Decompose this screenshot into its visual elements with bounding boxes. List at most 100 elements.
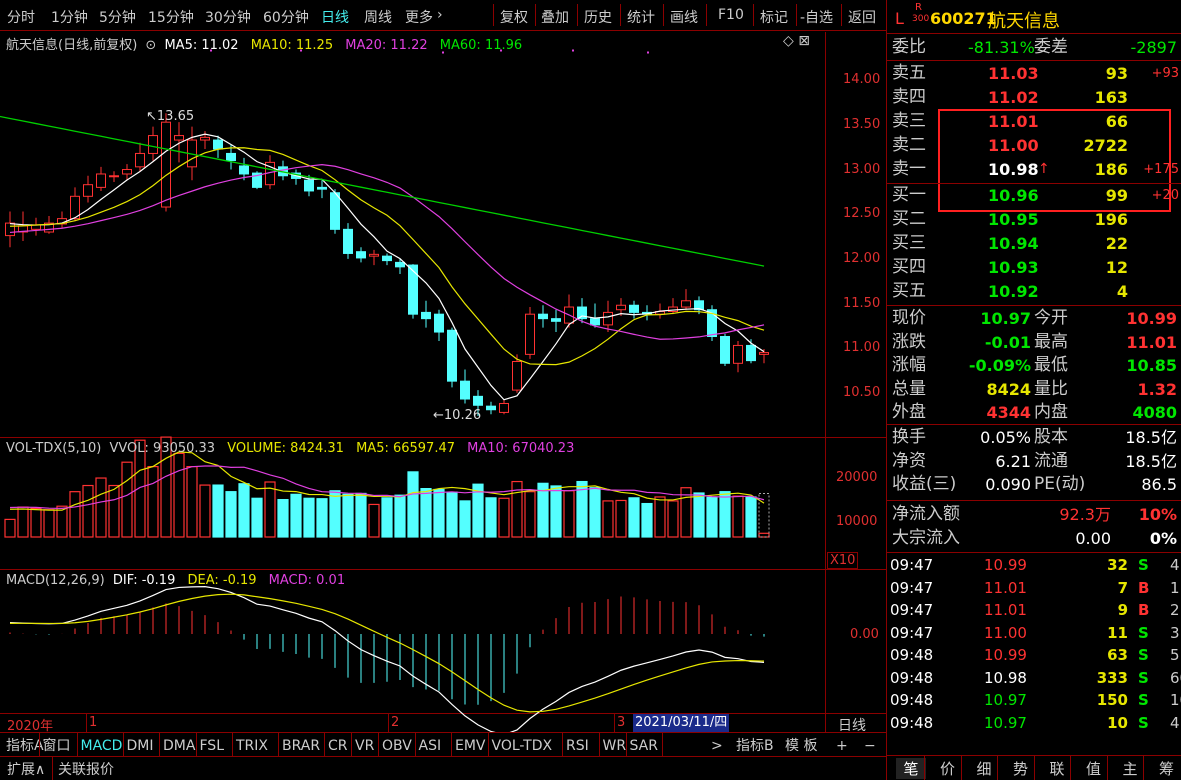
quote-tab[interactable]: 势	[1006, 758, 1036, 779]
vol-ma10-value: MA10: 67040.23	[467, 441, 575, 456]
zoom-out-button[interactable]: −	[864, 736, 876, 756]
candle-body	[499, 402, 509, 413]
expand-button[interactable]: 扩展∧	[7, 759, 45, 779]
quote-tab[interactable]: 主	[1115, 758, 1145, 779]
tick-row: 09:48 10.97 150 S 10	[888, 689, 1181, 712]
bid-level-label: 买五	[892, 281, 926, 301]
more-chevron-icon[interactable]: ›	[437, 7, 443, 23]
bid-level-row: 买三 10.94 22	[888, 232, 1181, 256]
indicator-tab-dmi[interactable]: DMI	[127, 736, 154, 756]
indicator-tab-obv[interactable]: OBV	[382, 736, 412, 756]
period-tab-fenshi[interactable]: 分时	[7, 7, 35, 27]
indicator-tab-macd[interactable]: MACD	[81, 736, 123, 756]
indicator-tab-brar[interactable]: BRAR	[282, 736, 320, 756]
volume-bar	[186, 466, 198, 538]
period-tab-60min[interactable]: 60分钟	[263, 7, 309, 27]
period-tab-daily[interactable]: 日线	[321, 7, 349, 27]
indicator-tab-rsi[interactable]: RSI	[566, 736, 589, 756]
candle-body	[161, 121, 171, 208]
volume-bar	[368, 503, 380, 538]
event-marker	[647, 51, 649, 54]
volume-bar	[732, 495, 744, 538]
history-button[interactable]: 历史	[584, 7, 612, 27]
ask-volume: 186	[1094, 160, 1128, 179]
volume-bar	[433, 488, 445, 538]
f10-button[interactable]: F10	[718, 7, 744, 23]
volume-bar	[316, 498, 328, 538]
template-button[interactable]: 模 板	[785, 736, 817, 756]
candlestick-chart	[0, 49, 769, 416]
draw-line-button[interactable]: 画线	[670, 7, 698, 27]
statistics-button[interactable]: 统计	[627, 7, 655, 27]
macd-value: MACD: 0.01	[268, 573, 346, 588]
volume-bar	[264, 481, 276, 538]
stat-row: 现价 10.97 今开 10.99	[888, 307, 1181, 331]
volume-bar	[381, 497, 393, 538]
remove-favorite-button[interactable]: -自选	[800, 7, 833, 27]
tick-count: 3	[1170, 623, 1180, 642]
indicator-tab-voltdx[interactable]: VOL-TDX	[492, 736, 553, 756]
tick-count: 1	[1170, 578, 1180, 597]
period-tab-1min[interactable]: 1分钟	[51, 7, 88, 27]
volume-bar	[30, 507, 42, 538]
period-tab-5min[interactable]: 5分钟	[99, 7, 136, 27]
quote-tab[interactable]: 笔	[896, 758, 926, 779]
vol-tick: 10000	[836, 514, 878, 529]
capital-flow-percent: 0%	[1149, 529, 1177, 548]
related-quote-button[interactable]: 关联报价	[58, 759, 114, 779]
candle-body	[733, 344, 743, 364]
tick-row: 09:48 10.97 10 S 4	[888, 712, 1181, 735]
mark-button[interactable]: 标记	[760, 7, 788, 27]
indicator-tab-cr[interactable]: CR	[328, 736, 348, 756]
tick-volume: 333	[1096, 668, 1128, 687]
indicator-b-button[interactable]: 指标B	[736, 736, 774, 756]
bid-price: 10.96	[988, 186, 1039, 205]
ask-level-row: 卖二 11.00 2722	[888, 134, 1181, 158]
volume-bar	[498, 497, 510, 538]
ask-level-label: 卖三	[892, 111, 926, 131]
indicator-tab-trix[interactable]: TRIX	[236, 736, 268, 756]
fundamental-value: 18.5亿	[1125, 451, 1177, 471]
zoom-in-button[interactable]: +	[836, 736, 848, 756]
tab-scroll-right-icon[interactable]: >	[711, 736, 723, 756]
tick-row: 09:47 11.00 11 S 3	[888, 622, 1181, 645]
period-tab-30min[interactable]: 30分钟	[205, 7, 251, 27]
candle-body	[109, 175, 119, 178]
stat-row: 总量 8424 量比 1.32	[888, 378, 1181, 402]
indicator-tab-emv[interactable]: EMV	[455, 736, 486, 756]
stat-label: 涨幅	[892, 355, 926, 375]
candle-body	[304, 179, 314, 192]
indicator-tab-vr[interactable]: VR	[355, 736, 374, 756]
overlay-button[interactable]: 叠加	[541, 7, 569, 27]
indicator-tab-fsl[interactable]: FSL	[200, 736, 225, 756]
back-button[interactable]: 返回	[848, 7, 876, 27]
quote-tab[interactable]: 细	[969, 758, 999, 779]
volume-bar	[147, 466, 159, 538]
vol-unit-label: X10	[827, 552, 859, 569]
stat-value: 11.01	[1126, 332, 1177, 352]
fundamental-value: 18.5亿	[1125, 428, 1177, 447]
indicator-tab-sar[interactable]: SAR	[630, 736, 658, 756]
quote-tab[interactable]: 价	[933, 758, 963, 779]
period-tab-weekly[interactable]: 周线	[364, 7, 392, 27]
ask-volume: 93	[1105, 64, 1128, 83]
quote-tab[interactable]: 值	[1079, 758, 1109, 779]
fundamental-value: 86.5	[1141, 475, 1177, 494]
quote-tab[interactable]: 筹	[1152, 758, 1181, 779]
indicator-tab-asi[interactable]: ASI	[419, 736, 442, 756]
window-tab[interactable]: 窗口	[43, 736, 71, 756]
candle-body	[603, 311, 613, 326]
indicator-tab-dma[interactable]: DMA	[163, 736, 195, 756]
period-tab-more[interactable]: 更多	[405, 7, 433, 27]
candle-body	[746, 344, 756, 362]
volume-bar	[693, 492, 705, 538]
candle-body	[434, 313, 444, 333]
period-tab-15min[interactable]: 15分钟	[148, 7, 194, 27]
adjust-button[interactable]: 复权	[500, 7, 528, 27]
tick-time: 09:47	[890, 601, 934, 619]
quote-tab[interactable]: 联	[1042, 758, 1072, 779]
indicator-tab-wr[interactable]: WR	[603, 736, 627, 756]
volume-bar	[95, 477, 107, 538]
fundamental-label: 净资	[892, 450, 926, 471]
bid-price: 10.92	[988, 282, 1039, 301]
